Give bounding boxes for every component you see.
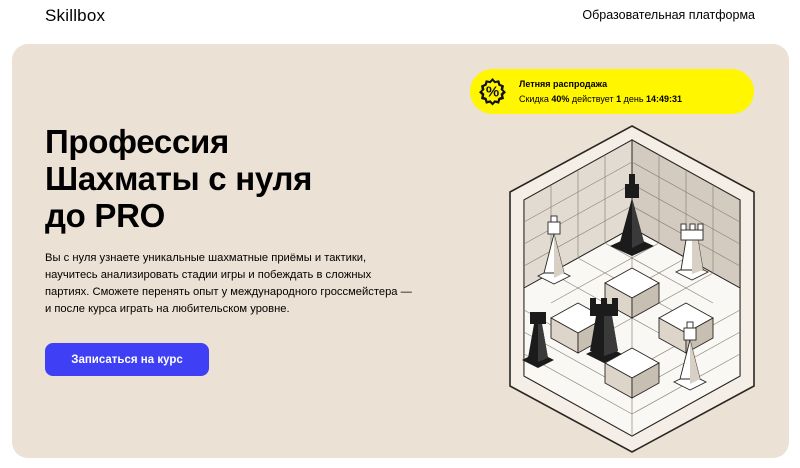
svg-text:%: % xyxy=(486,84,499,101)
sale-title: Летняя распродажа xyxy=(519,79,608,89)
sale-banner[interactable]: % Летняя распродажа Скидка 40% действует… xyxy=(470,69,754,114)
course-description: Вы с нуля узнаете уникальные шахматные п… xyxy=(45,252,412,315)
site-header: Skillbox Образовательная платформа xyxy=(0,0,800,34)
sale-discount: 40% xyxy=(551,94,570,104)
chessboard-illustration xyxy=(509,125,755,453)
title-line: Шахматы с нуля xyxy=(45,160,313,197)
hero-section: % Летняя распродажа Скидка 40% действует… xyxy=(12,44,789,458)
sale-middle: действует xyxy=(569,94,617,104)
skillbox-logo[interactable]: Skillbox xyxy=(45,6,105,26)
title-line: до PRO xyxy=(45,197,165,234)
sale-timer: 14:49:31 xyxy=(646,94,683,104)
platform-link[interactable]: Образовательная платформа xyxy=(582,8,755,22)
title-line: Профессия xyxy=(45,123,229,160)
sale-countdown: Скидка 40% действует 1 день 14:49:31 xyxy=(519,94,682,104)
page-title: Профессия Шахматы с нуля до PRO xyxy=(45,123,445,234)
sale-prefix: Скидка xyxy=(519,94,552,104)
enroll-button[interactable]: Записаться на курс xyxy=(45,343,209,376)
percent-badge-icon: % xyxy=(479,78,506,106)
sale-days-word: день xyxy=(621,94,647,104)
